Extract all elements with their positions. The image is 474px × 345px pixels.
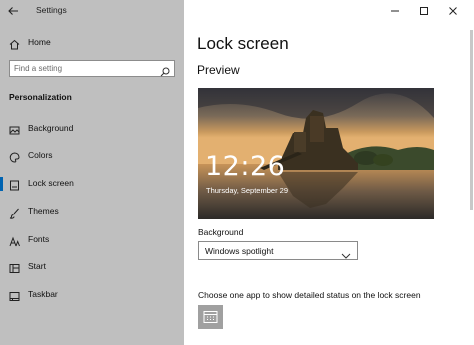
picture-icon xyxy=(9,123,20,135)
sidebar-item-label: Colors xyxy=(28,150,53,160)
background-dropdown-value: Windows spotlight xyxy=(205,246,274,256)
background-dropdown[interactable]: Windows spotlight xyxy=(198,241,358,260)
chevron-down-icon xyxy=(341,247,351,259)
minimize-icon[interactable] xyxy=(388,4,402,18)
sidebar-item-home[interactable]: Home xyxy=(0,32,184,54)
status-app-button[interactable] xyxy=(198,305,223,329)
app-title: Settings xyxy=(36,5,67,15)
preview-heading: Preview xyxy=(197,63,240,77)
calendar-icon xyxy=(203,311,218,323)
lock-screen-icon xyxy=(9,178,20,191)
section-title: Personalization xyxy=(9,92,72,102)
search-icon[interactable] xyxy=(160,64,170,77)
sidebar-item-label: Start xyxy=(28,261,46,271)
sidebar-item-lock-screen[interactable]: Lock screen xyxy=(0,173,184,195)
sidebar-item-label: Lock screen xyxy=(28,178,74,188)
sidebar-item-fonts[interactable]: Fonts xyxy=(0,229,184,251)
preview-time: 12:26 xyxy=(205,151,286,182)
sidebar: Settings Home Find a setting Personaliza… xyxy=(0,0,184,345)
sidebar-item-label: Fonts xyxy=(28,234,50,244)
sidebar-item-taskbar[interactable]: Taskbar xyxy=(0,284,184,306)
sidebar-item-label: Background xyxy=(28,123,74,133)
sidebar-item-background[interactable]: Background xyxy=(0,118,184,140)
font-icon xyxy=(9,234,20,247)
home-icon xyxy=(9,37,20,50)
maximize-icon[interactable] xyxy=(417,4,431,18)
titlebar: Settings xyxy=(0,0,184,22)
window-controls xyxy=(374,0,474,22)
taskbar-icon xyxy=(9,289,20,301)
main-content: Lock screen Preview 12:26 Thursday, Sept… xyxy=(184,0,474,345)
scrollbar[interactable] xyxy=(470,30,473,210)
brush-icon xyxy=(9,206,20,219)
search-placeholder: Find a setting xyxy=(14,64,63,73)
page-title: Lock screen xyxy=(197,34,289,53)
active-indicator xyxy=(0,177,3,191)
sidebar-item-colors[interactable]: Colors xyxy=(0,145,184,167)
sidebar-item-start[interactable]: Start xyxy=(0,256,184,278)
sidebar-item-label: Home xyxy=(28,37,51,47)
search-input[interactable]: Find a setting xyxy=(9,60,175,77)
start-icon xyxy=(9,261,20,273)
background-label: Background xyxy=(198,227,244,237)
back-arrow-icon[interactable] xyxy=(6,4,20,18)
status-app-label: Choose one app to show detailed status o… xyxy=(198,290,421,300)
sidebar-item-label: Themes xyxy=(28,206,59,216)
palette-icon xyxy=(9,150,20,163)
lock-screen-preview: 12:26 Thursday, September 29 xyxy=(198,88,434,219)
sidebar-item-themes[interactable]: Themes xyxy=(0,201,184,223)
sidebar-item-label: Taskbar xyxy=(28,289,58,299)
close-icon[interactable] xyxy=(446,4,460,18)
preview-date: Thursday, September 29 xyxy=(206,186,288,195)
